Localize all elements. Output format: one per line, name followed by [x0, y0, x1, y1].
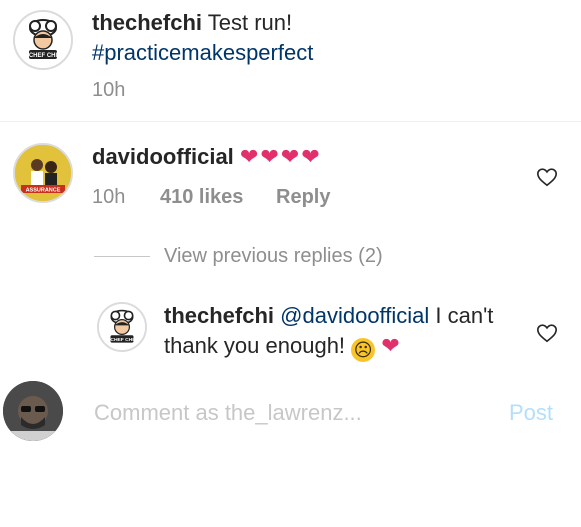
- comment-like-heart-icon[interactable]: [536, 166, 558, 188]
- comment-input[interactable]: [94, 400, 494, 426]
- reply-username[interactable]: thechefchi: [164, 303, 274, 328]
- davido-avatar-icon: ASSURANCE: [15, 145, 71, 201]
- post-hashtag[interactable]: #practicemakesperfect: [92, 40, 313, 65]
- reply-like-heart-icon[interactable]: [536, 322, 558, 344]
- chef-logo-icon: CHEF CHI: [15, 12, 71, 68]
- post-author-avatar[interactable]: CHEF CHI: [13, 10, 73, 70]
- user-avatar-icon: [3, 381, 63, 441]
- post-timestamp: 10h: [92, 79, 126, 101]
- frown-emoji-icon: ☹: [351, 338, 376, 362]
- reply-body: thechefchi @davidoofficial I can't thank…: [164, 301, 534, 362]
- comment-author-avatar[interactable]: ASSURANCE: [13, 143, 73, 203]
- reply-text-line1: I can't: [429, 303, 494, 328]
- reply-heart-emoji: ❤: [381, 333, 402, 358]
- view-previous-replies[interactable]: View previous replies (2): [164, 245, 383, 268]
- comment-timestamp: 10h: [92, 186, 126, 208]
- post-comment-button[interactable]: Post: [509, 400, 553, 426]
- current-user-avatar: [3, 381, 63, 441]
- comment-body: davidoofficial ❤❤❤❤: [92, 142, 322, 172]
- svg-text:CHEF CHI: CHEF CHI: [110, 337, 134, 343]
- comment-likes[interactable]: 410 likes: [160, 186, 243, 209]
- view-replies-line: [94, 256, 150, 257]
- reply-author-avatar[interactable]: CHEF CHI: [97, 302, 147, 352]
- comment-hearts: ❤❤❤❤: [239, 144, 322, 169]
- post-caption-text: Test run!: [207, 10, 293, 35]
- svg-text:ASSURANCE: ASSURANCE: [26, 188, 61, 194]
- reply-mention[interactable]: @davidoofficial: [280, 303, 429, 328]
- post-caption: thechefchi Test run! #practicemakesperfe…: [92, 8, 562, 68]
- post-username[interactable]: thechefchi: [92, 10, 202, 35]
- comment-reply-button[interactable]: Reply: [276, 186, 330, 209]
- chef-logo-icon: CHEF CHI: [99, 304, 145, 350]
- svg-text:CHEF CHI: CHEF CHI: [29, 53, 58, 59]
- post-divider: [0, 121, 581, 122]
- reply-text-line2: thank you enough!: [164, 333, 346, 358]
- comment-username[interactable]: davidoofficial: [92, 144, 234, 169]
